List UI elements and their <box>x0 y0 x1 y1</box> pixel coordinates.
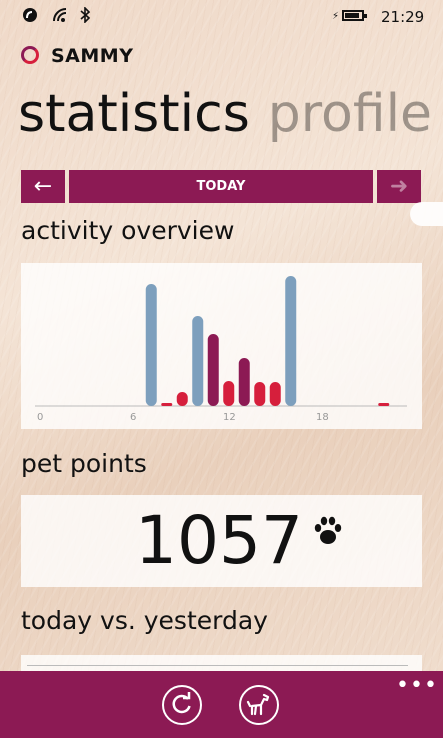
activity-bar-13 <box>238 358 250 406</box>
activity-bar-9 <box>176 392 188 406</box>
activity-bar-10 <box>192 316 204 406</box>
pet-button[interactable] <box>239 685 279 725</box>
pivot-tab-statistics[interactable]: statistics <box>18 84 250 144</box>
status-bar: ⚡ 21:29 <box>0 0 443 34</box>
activity-bar-8 <box>161 403 173 406</box>
nfc-icon <box>22 7 38 27</box>
activity-bar-14 <box>254 382 266 406</box>
pet-points-value: 1057 <box>135 502 303 579</box>
app-title: SAMMY <box>51 45 134 67</box>
battery-charging-icon <box>342 10 367 21</box>
wifi-icon <box>52 7 70 27</box>
pivot-header: statisticsprofiler <box>18 82 443 146</box>
pet-points-heading: pet points <box>21 449 147 478</box>
comparison-axis <box>27 665 408 666</box>
previous-day-button[interactable]: ← <box>21 170 65 203</box>
app-logo-icon <box>21 46 39 64</box>
paw-icon <box>312 515 344 551</box>
more-options-button[interactable]: ••• <box>396 673 438 698</box>
activity-bar-7 <box>145 284 157 406</box>
scroll-edge-indicator <box>410 202 443 226</box>
arrow-right-icon: ➜ <box>389 174 409 199</box>
current-day-label: TODAY <box>69 170 373 203</box>
clock: 21:29 <box>381 8 425 26</box>
charging-icon: ⚡ <box>332 11 340 22</box>
activity-chart: 0 6 12 18 <box>35 276 407 423</box>
activity-bar-16 <box>285 276 297 406</box>
dog-icon <box>246 693 270 716</box>
activity-overview-heading: activity overview <box>21 216 235 245</box>
arrow-left-icon: ← <box>33 174 53 199</box>
bluetooth-icon <box>80 6 91 27</box>
x-tick-label-6: 6 <box>130 412 136 423</box>
comparison-heading: today vs. yesterday <box>21 606 268 635</box>
activity-bar-15 <box>269 382 281 406</box>
pivot-tab-profile[interactable]: profile <box>268 84 432 144</box>
pet-points-card: 1057 <box>21 495 422 587</box>
activity-bar-22 <box>378 403 390 406</box>
next-day-button[interactable]: ➜ <box>377 170 421 203</box>
app-bar: ••• <box>0 671 443 738</box>
x-tick-label-12: 12 <box>223 412 236 423</box>
x-tick-label-0: 0 <box>37 412 43 423</box>
day-navigator: ← TODAY ➜ <box>21 170 422 203</box>
activity-chart-card: 0 6 12 18 <box>21 263 422 429</box>
refresh-icon <box>172 692 191 714</box>
refresh-button[interactable] <box>162 685 202 725</box>
activity-bar-12 <box>223 381 235 406</box>
activity-bar-11 <box>207 334 219 406</box>
x-tick-label-18: 18 <box>316 412 329 423</box>
